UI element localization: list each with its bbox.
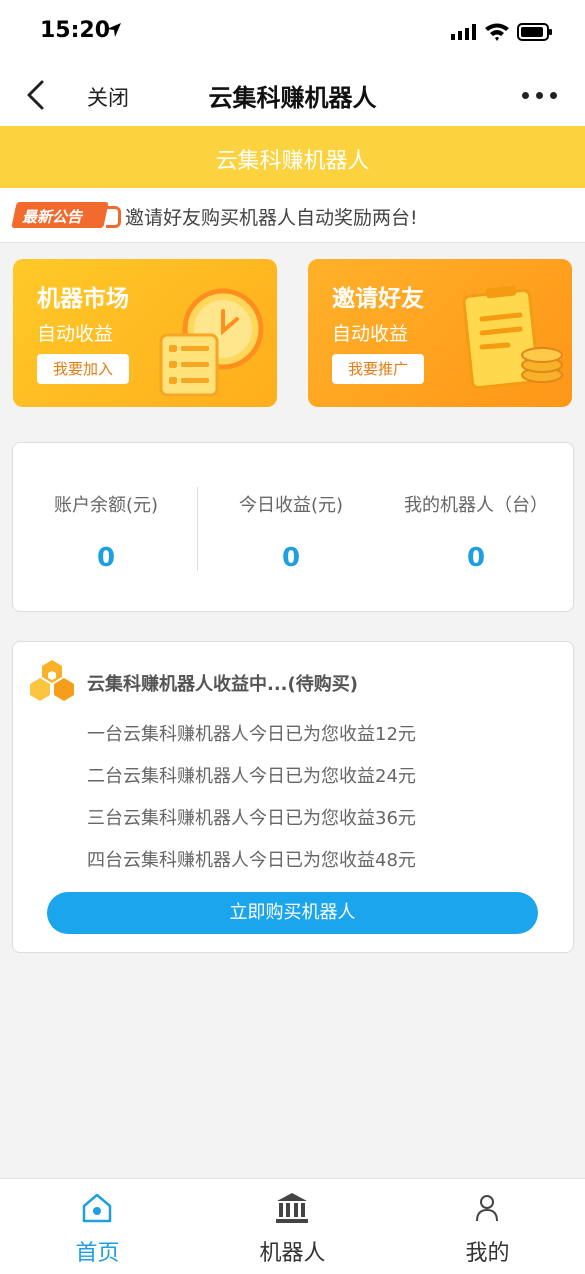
tab-mine[interactable]: 我的 (390, 1179, 585, 1274)
invite-friends-card[interactable]: 邀请好友 自动收益 我要推广 (308, 259, 572, 407)
battery-icon (517, 23, 552, 41)
buy-robot-button[interactable]: 立即购买机器人 (47, 892, 538, 934)
earnings-panel: 云集科赚机器人收益中...(待购买) 一台云集科赚机器人今日已为您收益12元 二… (12, 641, 574, 953)
page-title: 云集科赚机器人 (208, 84, 377, 112)
stat-value: 0 (281, 543, 301, 573)
promote-button[interactable]: 我要推广 (332, 354, 424, 384)
stat-value: 0 (96, 543, 116, 573)
user-icon (476, 1195, 498, 1222)
account-stats-panel: 账户余额(元) 0 今日收益(元) 0 我的机器人（台） 0 (12, 442, 574, 612)
wifi-icon (485, 23, 509, 41)
earnings-title: 云集科赚机器人收益中...(待购买) (87, 674, 358, 695)
nav-bar: 关闭 云集科赚机器人 (0, 64, 585, 126)
bank-icon (276, 1193, 308, 1223)
stat-balance: 账户余额(元) 0 (13, 491, 199, 573)
tab-label: 我的 (465, 1241, 510, 1266)
announcement-text: 邀请好友购买机器人自动奖励两台! (125, 207, 418, 229)
earnings-line: 四台云集科赚机器人今日已为您收益48元 (87, 850, 416, 871)
more-menu-icon[interactable] (522, 92, 558, 100)
card-title: 机器市场 (37, 286, 129, 312)
status-time: 15:20 (40, 18, 111, 43)
signal-icon (451, 24, 476, 40)
announcement-badge-label: 最新公告 (22, 208, 83, 226)
machine-market-card[interactable]: 机器市场 自动收益 我要加入 (13, 259, 277, 407)
announcement-badge: 最新公告 (11, 202, 122, 228)
document-coins-icon (462, 285, 563, 390)
cube-cluster-icon (30, 660, 74, 701)
card-subtitle: 自动收益 (332, 323, 409, 345)
stat-label: 账户余额(元) (53, 495, 159, 516)
clock-list-icon (159, 288, 264, 397)
bottom-tab-bar: 首页 机器人 我的 (0, 1178, 585, 1274)
stat-value: 0 (466, 543, 486, 573)
banner-title: 云集科赚机器人 (215, 149, 370, 174)
earnings-line: 一台云集科赚机器人今日已为您收益12元 (87, 724, 416, 745)
header-banner: 云集科赚机器人 (0, 126, 585, 188)
stat-today-earnings: 今日收益(元) 0 (198, 491, 384, 573)
earnings-line: 二台云集科赚机器人今日已为您收益24元 (87, 766, 416, 787)
stat-my-robots: 我的机器人（台） 0 (383, 491, 569, 573)
tab-robots[interactable]: 机器人 (195, 1179, 390, 1274)
stat-label: 今日收益(元) (238, 495, 344, 516)
tab-label: 首页 (75, 1241, 120, 1266)
location-arrow-icon (107, 23, 121, 37)
home-icon (82, 1193, 112, 1223)
stat-label: 我的机器人（台） (404, 495, 548, 516)
earnings-line: 三台云集科赚机器人今日已为您收益36元 (87, 808, 416, 829)
card-title: 邀请好友 (332, 286, 424, 312)
card-subtitle: 自动收益 (37, 323, 114, 345)
status-bar: 15:20 (0, 0, 585, 64)
join-button[interactable]: 我要加入 (37, 354, 129, 384)
announcement-bar[interactable]: 最新公告 邀请好友购买机器人自动奖励两台! (0, 188, 585, 243)
tab-label: 机器人 (259, 1241, 326, 1266)
tab-home[interactable]: 首页 (0, 1179, 195, 1274)
